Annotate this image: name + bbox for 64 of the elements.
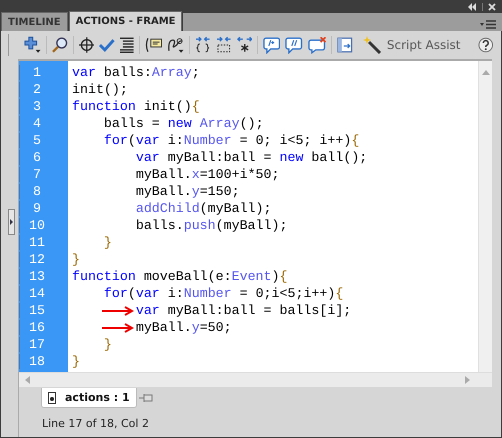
line-number: 8 — [19, 184, 54, 199]
line-number: 5 — [19, 133, 54, 148]
line-comment-icon[interactable] — [285, 36, 303, 54]
toolbox-icon[interactable] — [337, 37, 353, 53]
frame-icon — [48, 392, 56, 404]
code-line: for(var i:Number = 0; i<5; i++){ — [102, 133, 360, 148]
code-line: for(var i:Number = 0;i<5;i++){ — [102, 286, 344, 301]
code-line: myBall.y=150; — [134, 184, 240, 199]
checkmark-icon[interactable] — [99, 38, 115, 52]
script-assist-button[interactable]: Script Assist — [362, 36, 460, 54]
code-line: } — [102, 337, 112, 352]
remove-comment-icon[interactable] — [308, 36, 326, 54]
add-icon[interactable] — [24, 36, 42, 54]
help-icon[interactable] — [478, 37, 494, 53]
line-number: 13 — [19, 269, 54, 284]
code-line: var myBall:ball = new ball(); — [134, 150, 368, 165]
line-number: 12 — [19, 252, 54, 267]
line-number: 15 — [19, 303, 54, 318]
line-number: 14 — [19, 286, 54, 301]
code-line: function init(){ — [72, 99, 200, 114]
pin-icon[interactable] — [138, 393, 153, 403]
panel-tab[interactable]: ACTIONS - FRAME — [68, 11, 182, 31]
expand-all-icon[interactable] — [236, 36, 252, 54]
line-number: 6 — [19, 150, 54, 165]
code-line: addChild(myBall); — [134, 201, 272, 216]
line-number: 10 — [19, 218, 54, 233]
code-line: } — [72, 354, 80, 369]
line-number: 3 — [19, 99, 54, 114]
debug-icon[interactable] — [167, 37, 184, 53]
line-number: 18 — [19, 354, 54, 369]
code-line: myBall.x=100+i*50; — [134, 167, 280, 182]
collapse-icon[interactable] — [467, 3, 477, 11]
vertical-scrollbar[interactable] — [478, 61, 492, 372]
panel-tab[interactable]: TIMELINE — [1, 12, 68, 31]
line-number: 1 — [19, 65, 54, 80]
expand-handle-icon[interactable] — [8, 209, 15, 235]
magic-wand-icon — [362, 36, 381, 54]
code-line: balls.push(myBall); — [134, 218, 288, 233]
line-number: 16 — [19, 320, 54, 335]
code-line: } — [102, 235, 112, 250]
code-line: var myBall:ball = balls[i]; — [134, 303, 352, 318]
menu-icon[interactable] — [480, 20, 496, 29]
line-number: 9 — [19, 201, 54, 216]
script-tab[interactable]: actions : 1 — [41, 388, 137, 408]
block-comment-icon[interactable] — [263, 36, 280, 54]
close-icon[interactable] — [488, 3, 496, 11]
code-line: balls = new Array(); — [102, 116, 264, 131]
code-line: myBall.y=50; — [134, 320, 232, 335]
code-line: } — [72, 252, 80, 267]
line-number: 7 — [19, 167, 54, 182]
format-icon[interactable] — [120, 37, 134, 53]
line-number: 4 — [19, 116, 54, 131]
line-number: 2 — [19, 82, 54, 97]
collapse-selection-icon[interactable] — [216, 36, 232, 54]
status-text: Line 17 of 18, Col 2 — [42, 417, 150, 430]
code-line: var balls:Array; — [72, 65, 200, 80]
code-hint-icon[interactable] — [144, 37, 162, 53]
code-line: function moveBall(e:Event){ — [72, 269, 288, 284]
search-icon[interactable] — [52, 37, 68, 53]
target-icon[interactable] — [78, 37, 94, 53]
line-number: 17 — [19, 337, 54, 352]
code-line: init(); — [72, 82, 128, 97]
line-number: 11 — [19, 235, 54, 250]
collapse-braces-icon[interactable] — [195, 36, 211, 54]
